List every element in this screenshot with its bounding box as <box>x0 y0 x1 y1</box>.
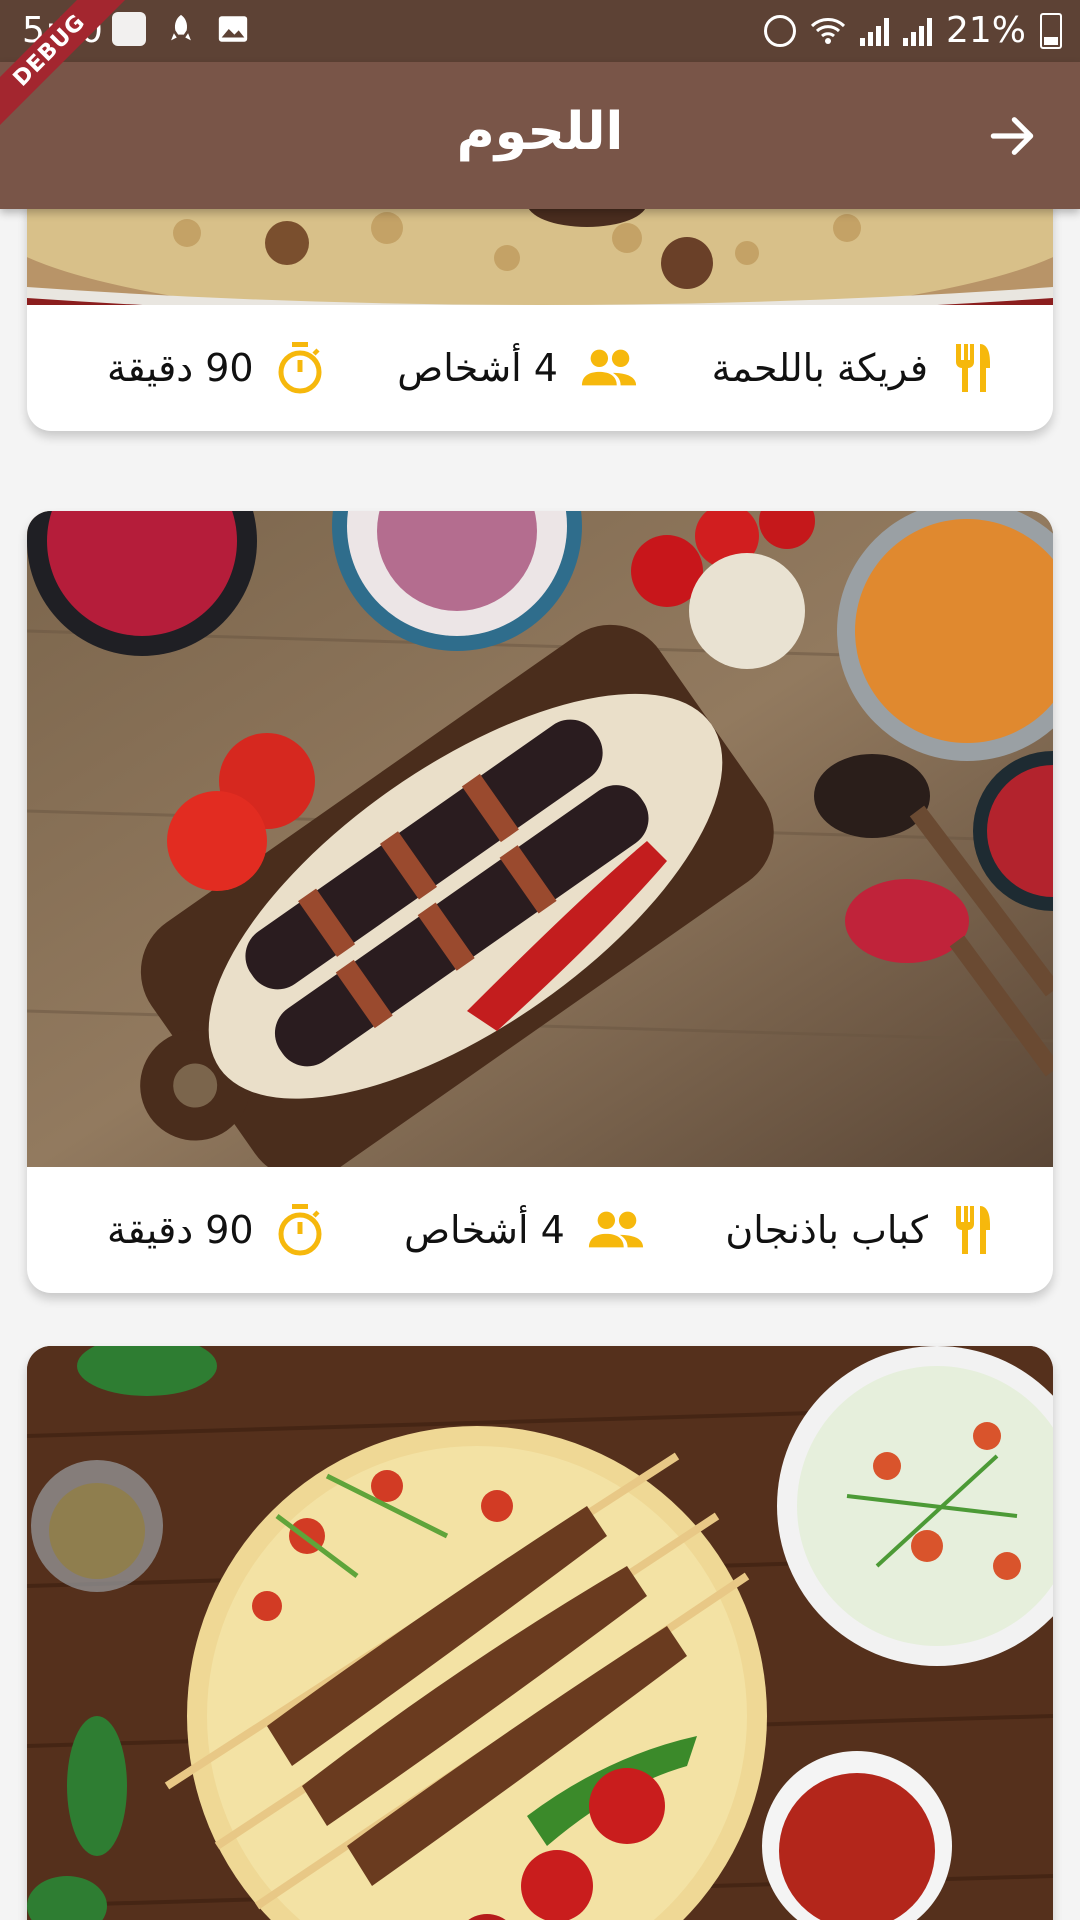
status-bar: 5:50 21% <box>0 0 1080 62</box>
recipe-name-item: كباب باذنجان <box>725 1204 998 1256</box>
back-button[interactable] <box>984 108 1040 164</box>
recipe-info: فريكة باللحمة 4 أشخاص 90 دقيقة <box>27 305 1053 431</box>
app-bar: اللحوم <box>0 62 1080 209</box>
rocket-notification-icon <box>164 12 198 50</box>
people-icon <box>580 348 638 388</box>
recipe-card[interactable] <box>27 1346 1053 1920</box>
servings-item: 4 أشخاص <box>397 346 638 390</box>
page-title: اللحوم <box>456 102 624 162</box>
signal-2-icon <box>902 16 932 46</box>
recipe-card[interactable]: فريكة باللحمة 4 أشخاص 90 دقيقة <box>27 209 1053 431</box>
time-item: 90 دقيقة <box>107 342 324 394</box>
recipe-name-item: فريكة باللحمة <box>712 342 998 394</box>
people-icon <box>587 1210 645 1250</box>
recipe-image <box>27 511 1053 1167</box>
time-text: 90 دقيقة <box>107 346 254 390</box>
servings-text: 4 أشخاص <box>404 1208 565 1252</box>
servings-text: 4 أشخاص <box>397 346 558 390</box>
time-item: 90 دقيقة <box>107 1204 324 1256</box>
notification-icons <box>112 12 250 50</box>
recipe-info: كباب باذنجان 4 أشخاص 90 دقيقة <box>27 1167 1053 1293</box>
recipe-image <box>27 1346 1053 1920</box>
recipe-list[interactable]: فريكة باللحمة 4 أشخاص 90 دقيقة كباب باذن… <box>0 209 1080 1920</box>
battery-percent: 21% <box>945 10 1026 51</box>
wifi-icon <box>810 17 846 45</box>
share-notification-icon <box>112 12 146 46</box>
utensils-icon <box>950 1204 998 1256</box>
utensils-icon <box>950 342 998 394</box>
time-text: 90 دقيقة <box>107 1208 254 1252</box>
signal-1-icon <box>859 16 889 46</box>
recipe-name: كباب باذنجان <box>725 1208 928 1252</box>
recipe-card[interactable]: كباب باذنجان 4 أشخاص 90 دقيقة <box>27 511 1053 1293</box>
servings-item: 4 أشخاص <box>404 1208 645 1252</box>
alarm-icon <box>763 14 796 47</box>
timer-icon <box>276 1204 324 1256</box>
image-notification-icon <box>216 12 250 50</box>
timer-icon <box>276 342 324 394</box>
recipe-image <box>27 209 1053 305</box>
battery-icon <box>1040 12 1062 49</box>
arrow-forward-icon <box>990 117 1034 155</box>
recipe-name: فريكة باللحمة <box>711 346 928 390</box>
system-icons: 21% <box>763 10 1062 51</box>
